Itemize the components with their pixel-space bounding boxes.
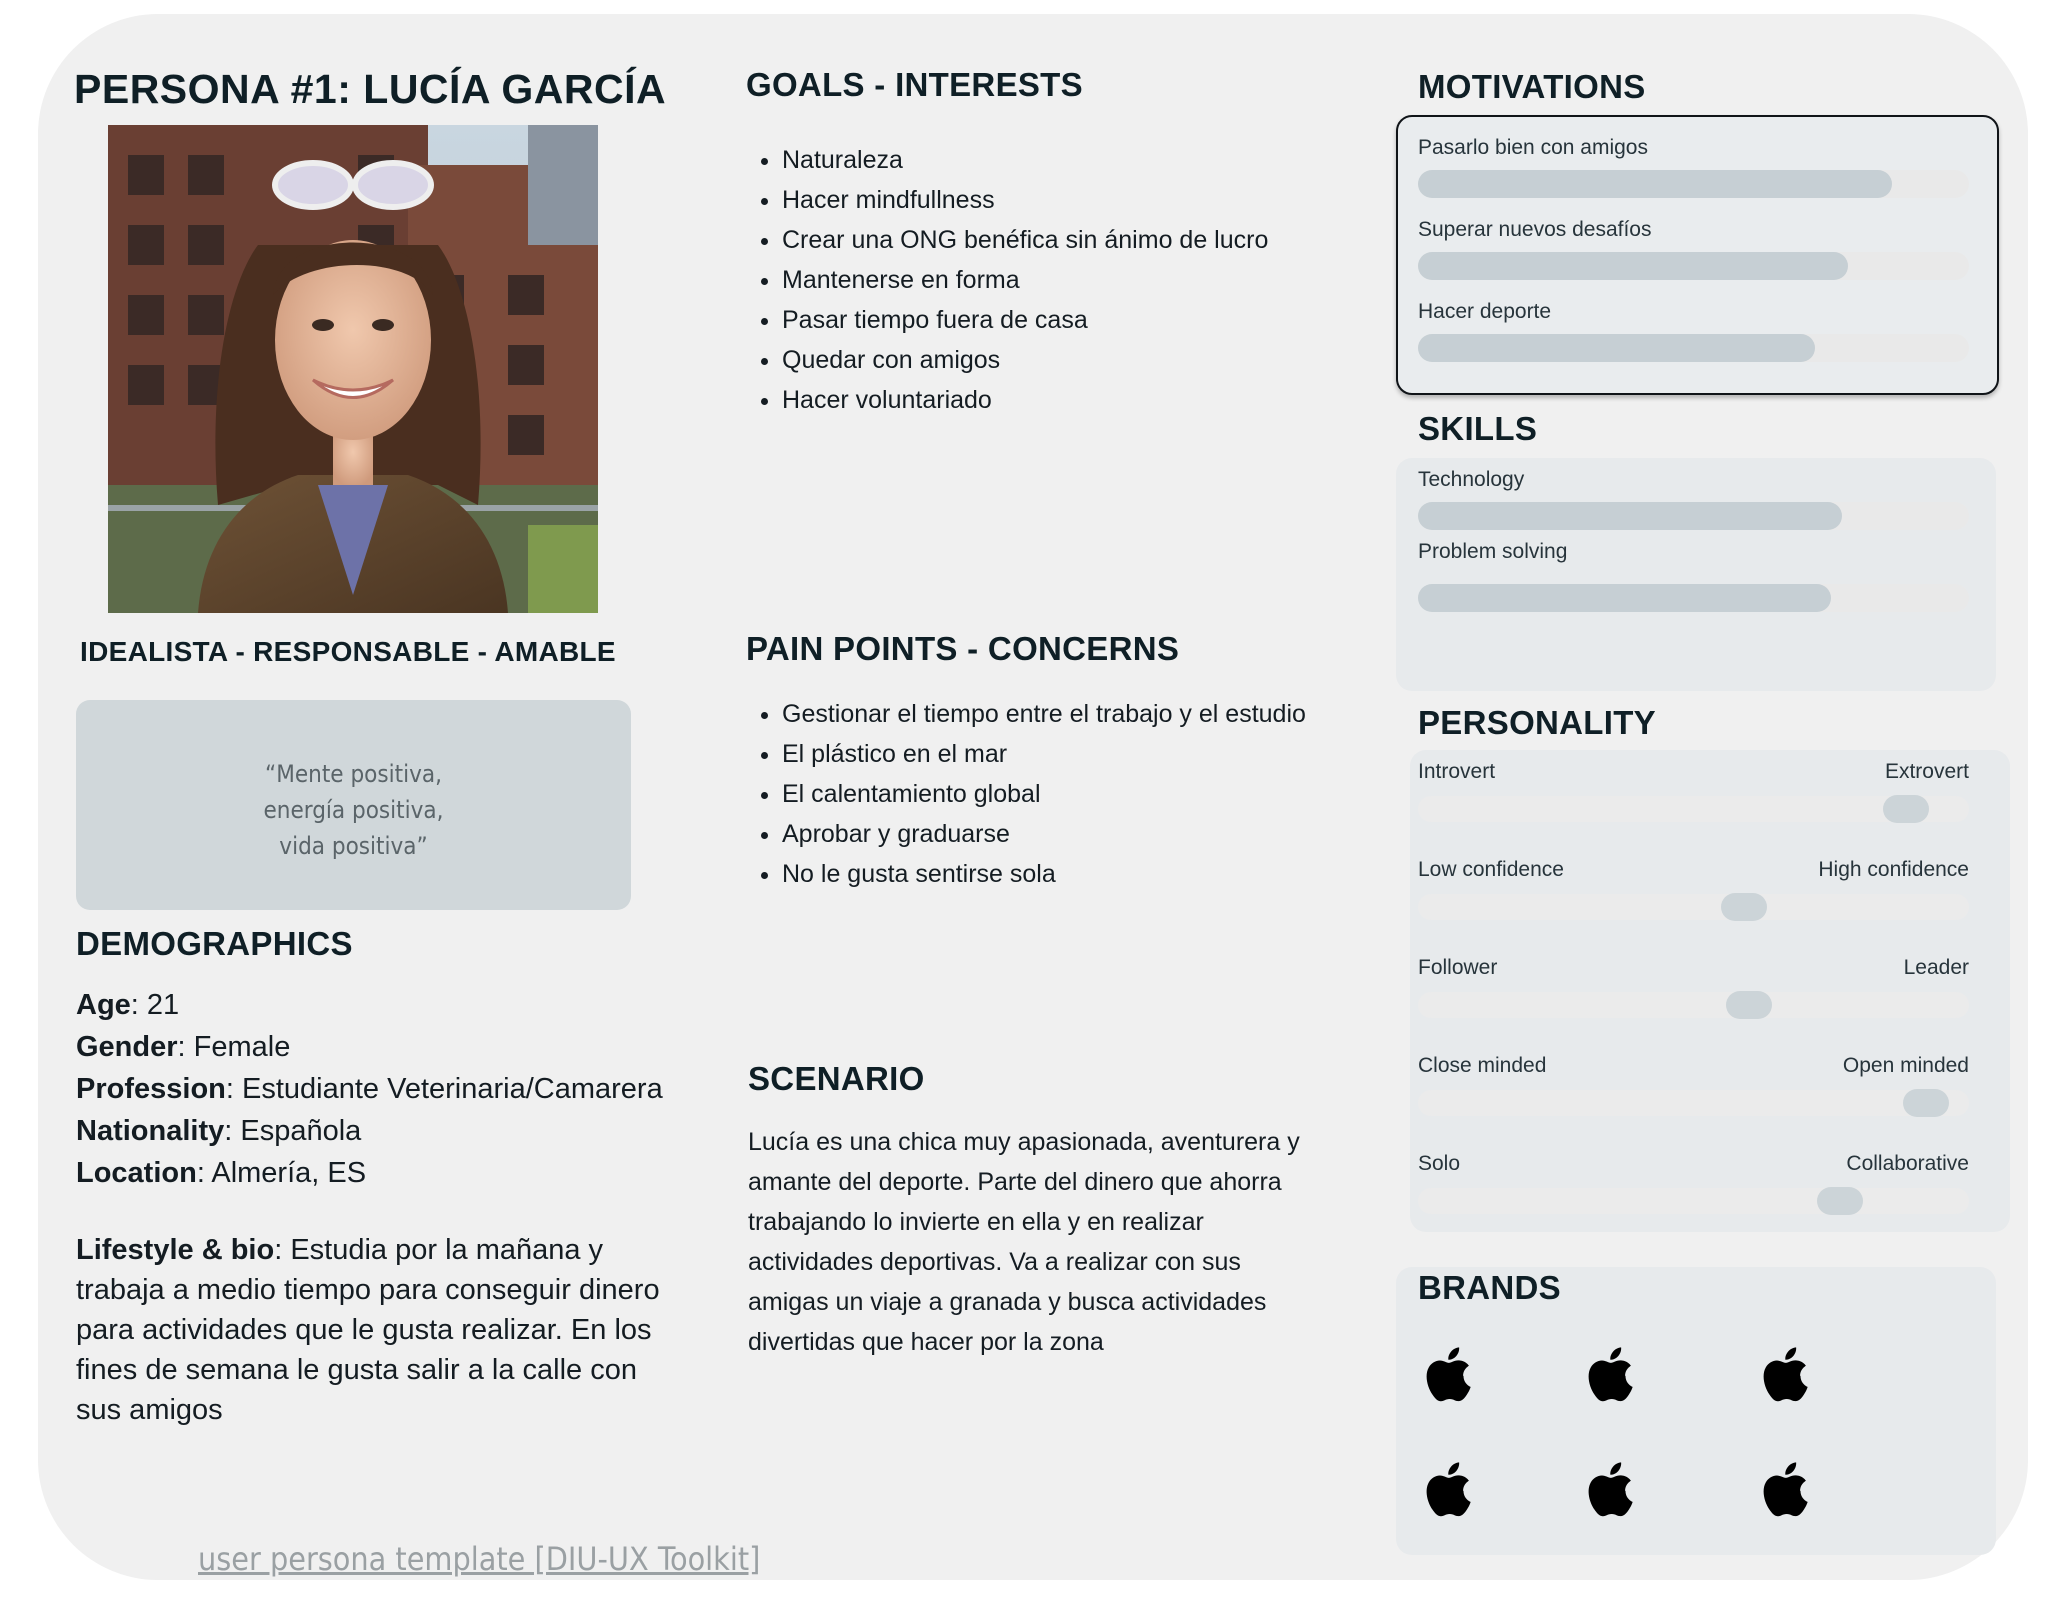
skill-bar-track [1418,502,1969,530]
quote-line: “Mente positiva, [265,760,442,788]
skills-heading: SKILLS [1418,410,1538,447]
demographic-age: Age: 21 [76,989,180,1021]
skill-bar-track [1418,584,1969,612]
scale-right-label: High confidence [1818,858,1969,881]
motivation-bar-fill [1418,252,1848,280]
demographic-location: Location: Almería, ES [76,1157,367,1189]
goals-list: Naturaleza Hacer mindfullness Crear una … [746,140,1382,420]
apple-logo-icon [1757,1460,1817,1520]
personality-scale-confidence: Low confidence High confidence [1418,858,1969,928]
quote-line: energía positiva, [263,796,444,824]
scale-track [1418,893,1969,921]
motivation-bar-fill [1418,170,1892,198]
list-item: Mantenerse en forma [782,260,1382,300]
apple-logo-icon [1582,1345,1642,1405]
motivation-label: Hacer deporte [1418,300,1552,323]
motivation-label: Superar nuevos desafíos [1418,218,1652,241]
personality-scale-solo-collaborative: Solo Collaborative [1418,1152,1969,1222]
quote-line: vida positiva” [279,832,428,860]
motivation-label: Pasarlo bien con amigos [1418,136,1648,159]
motivation-bar-fill [1418,334,1815,362]
scale-marker [1902,1089,1949,1117]
scale-left-label: Solo [1418,1152,1461,1175]
list-item: El plástico en el mar [782,734,1422,774]
scale-right-label: Leader [1903,956,1969,979]
apple-logo-icon [1757,1345,1817,1405]
scale-track [1418,1187,1969,1215]
apple-logo-icon [1420,1460,1480,1520]
scale-right-label: Open minded [1842,1054,1969,1077]
apple-logo-icon [1420,1345,1480,1405]
scale-marker [1721,893,1767,921]
brands-heading: BRANDS [1418,1269,1561,1306]
list-item: Hacer mindfullness [782,180,1382,220]
toolkit-link[interactable]: user persona template [DIU-UX Toolkit] [198,1540,760,1578]
scale-left-label: Close minded [1418,1054,1547,1077]
list-item: Crear una ONG benéfica sin ánimo de lucr… [782,220,1382,260]
motivations-heading: MOTIVATIONS [1418,68,1646,105]
scale-right-label: Collaborative [1846,1152,1969,1175]
skill-bar-fill [1418,584,1832,612]
scale-left-label: Introvert [1418,760,1496,783]
list-item: Aprobar y graduarse [782,814,1422,854]
goals-heading: GOALS - INTERESTS [746,66,1083,103]
motivation-bar-track [1418,252,1969,280]
demographics-heading: DEMOGRAPHICS [76,925,353,962]
scale-track [1418,1089,1969,1117]
scale-track [1418,795,1969,823]
scale-right-label: Extrovert [1884,760,1969,783]
personality-scale-introvert-extrovert: Introvert Extrovert [1418,760,1969,830]
motivations-panel: Pasarlo bien con amigos Superar nuevos d… [1396,115,1999,395]
list-item: Quedar con amigos [782,340,1382,380]
list-item: Pasar tiempo fuera de casa [782,300,1382,340]
demographics-list: Age: 21 Gender: Female Profession: Estud… [76,984,696,1194]
skills-panel: Technology Problem solving [1396,458,1996,691]
list-item: El calentamiento global [782,774,1422,814]
scenario-text: Lucía es una chica muy apasionada, avent… [748,1128,1300,1356]
scale-marker [1726,991,1773,1019]
pain-points-heading: PAIN POINTS - CONCERNS [746,630,1180,667]
list-item: Hacer voluntariado [782,380,1382,420]
scale-left-label: Follower [1418,956,1498,979]
brands-panel: BRANDS [1396,1267,1996,1555]
demographic-profession: Profession: Estudiante Veterinaria/Camar… [76,1073,663,1105]
motivation-bar-track [1418,334,1969,362]
quote-box: “Mente positiva, energía positiva, vida … [76,700,631,910]
motivation-bar-track [1418,170,1969,198]
pain-points-list: Gestionar el tiempo entre el trabajo y e… [746,694,1422,894]
scale-left-label: Low confidence [1418,858,1564,881]
page-title: PERSONA #1: LUCÍA GARCÍA [74,66,667,112]
scale-marker [1816,1187,1863,1215]
skill-label: Problem solving [1418,540,1568,563]
personality-scale-follower-leader: Follower Leader [1418,956,1969,1026]
lifestyle-bio: Lifestyle & bio: Estudia por la mañana y… [76,1230,676,1430]
personality-heading: PERSONALITY [1418,704,1656,741]
persona-traits: IDEALISTA - RESPONSABLE - AMABLE [80,636,616,667]
personality-scale-open-minded: Close minded Open minded [1418,1054,1969,1124]
skill-label: Technology [1418,468,1525,491]
scale-marker [1882,795,1929,823]
scale-track [1418,991,1969,1019]
scenario-heading: SCENARIO [748,1060,925,1097]
persona-photo [108,125,598,613]
bio-label: Lifestyle & bio [76,1234,275,1266]
list-item: Gestionar el tiempo entre el trabajo y e… [782,694,1422,734]
apple-logo-icon [1582,1460,1642,1520]
skill-bar-fill [1418,502,1843,530]
demographic-gender: Gender: Female [76,1031,291,1063]
list-item: No le gusta sentirse sola [782,854,1422,894]
demographic-nationality: Nationality: Española [76,1115,362,1147]
list-item: Naturaleza [782,140,1382,180]
